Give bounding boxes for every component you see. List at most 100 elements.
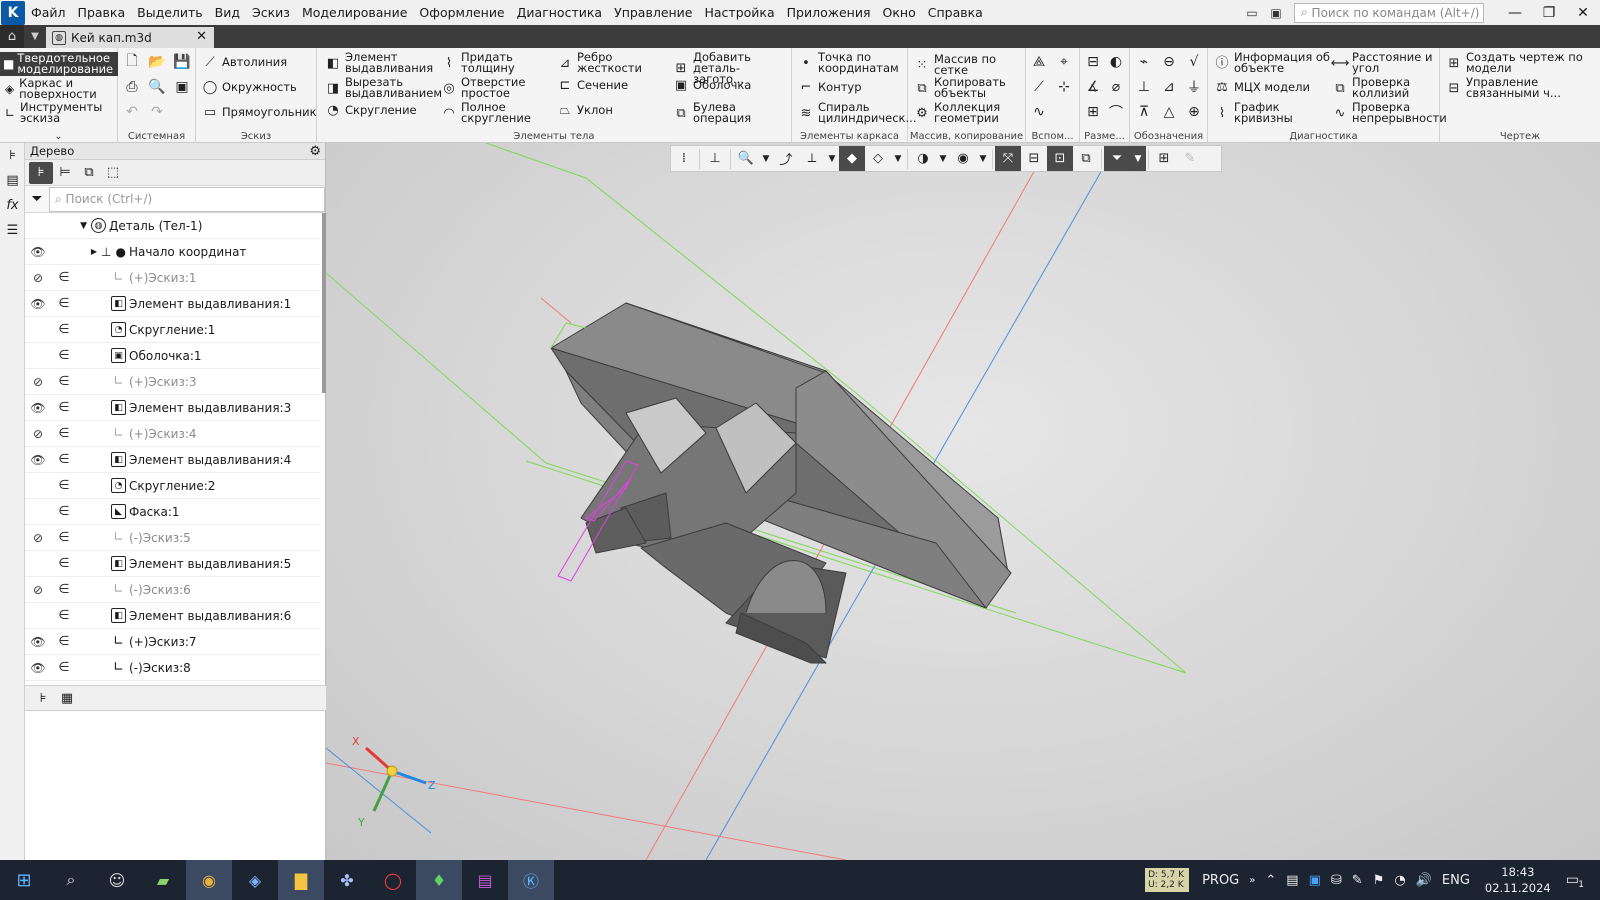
document-tab[interactable]: ◍ Кей кап.m3d ✕ (46, 27, 214, 48)
element-of-icon[interactable]: ∈ (51, 270, 77, 285)
arc-dim-icon[interactable]: ⌒ (1106, 102, 1126, 122)
save-icon[interactable]: 💾 (172, 52, 192, 72)
menu-design[interactable]: Оформление (413, 0, 510, 25)
element-of-icon[interactable]: ∈ (51, 504, 77, 519)
angle-dim-icon[interactable]: ∡ (1083, 77, 1103, 97)
cut-extrude-button[interactable]: ◨ Вырезать выдавливанием (325, 76, 442, 99)
properties-panel-icon[interactable]: ▤ (0, 168, 25, 193)
extrude-button[interactable]: ◧ Элемент выдавливания (325, 51, 435, 74)
fillet-button[interactable]: ◔ Скругление (325, 102, 435, 118)
layers-view-icon[interactable]: ⧉ (1073, 146, 1099, 171)
menu-select[interactable]: Выделить (131, 0, 209, 25)
eye-icon[interactable]: 👁 (25, 635, 51, 649)
section-view-icon[interactable]: ⤧ (995, 146, 1021, 171)
tree-row[interactable]: ⊘ ∈ ∟ (+)Эскиз:4 (25, 421, 320, 447)
distance-angle-button[interactable]: ⟷ Расстояние и угол (1331, 51, 1438, 74)
expand-arrow-icon[interactable]: ▶ (51, 247, 101, 256)
close-button[interactable]: ✕ (1566, 0, 1600, 25)
circle-button[interactable]: ◯ Окружность (202, 79, 297, 95)
select-filter-icon[interactable]: ⊡ (1047, 146, 1073, 171)
tree-row[interactable]: ⊘ ∈ ∟ (+)Эскиз:1 (25, 265, 320, 291)
element-of-icon[interactable]: ∈ (51, 348, 77, 363)
sims-icon[interactable]: ♦ (416, 860, 462, 900)
simple-hole-button[interactable]: ◎ Отверстие простое (441, 76, 551, 99)
element-of-icon[interactable]: ∈ (51, 374, 77, 389)
center-mark-icon[interactable]: ⊕ (1184, 102, 1204, 122)
filter-icon[interactable]: ⏷ (25, 191, 49, 207)
tree-view-icon[interactable]: ⊧ (31, 687, 55, 709)
app-avatar-icon[interactable]: ☺ (94, 860, 140, 900)
tray-pen-icon[interactable]: ✎ (1347, 873, 1368, 888)
shaded-cube-icon[interactable]: ◆ (839, 146, 865, 171)
weld-icon[interactable]: ⏚ (1184, 77, 1204, 97)
tree-row[interactable]: ⊘ ∈ ∟ (+)Эскиз:3 (25, 369, 320, 395)
curvature-graph-button[interactable]: ⌇ График кривизны (1214, 101, 1332, 124)
filter-icon[interactable]: ⏷ (1104, 146, 1130, 171)
element-of-icon[interactable]: ∈ (51, 452, 77, 467)
menu-sketch[interactable]: Эскиз (246, 0, 296, 25)
eye-off-icon[interactable]: ⊘ (25, 531, 51, 545)
chevron-down-icon[interactable]: ▼ (936, 146, 950, 171)
layout-icon[interactable]: ▭ (1240, 3, 1264, 23)
layers-icon[interactable]: ☰ (0, 218, 25, 243)
open-folder-icon[interactable]: 📂 (147, 52, 167, 72)
expand-arrow-icon[interactable]: ▼ (25, 221, 91, 231)
autoline-button[interactable]: ⟋ Автолиния (202, 54, 287, 70)
menu-view[interactable]: Вид (209, 0, 246, 25)
zoom-icon[interactable]: 🔍 (733, 146, 759, 171)
clip-icon[interactable]: ⊟ (1021, 146, 1047, 171)
chevron-down-icon[interactable]: ▼ (759, 146, 773, 171)
kompas-3d-icon[interactable]: Ⓚ (508, 860, 554, 900)
kompas-logo-icon[interactable]: K (1, 0, 25, 25)
tray-app2-icon[interactable]: ▣ (1304, 873, 1326, 888)
linear-dim-icon[interactable]: ⊟ (1083, 52, 1103, 72)
copy-objects-button[interactable]: ⧉ Копировать объекты (914, 76, 1024, 99)
davinci-icon[interactable]: ✤ (324, 860, 370, 900)
leader-icon[interactable]: ⌁ (1134, 52, 1154, 72)
notification-icon[interactable]: ▭ 1 (1561, 872, 1584, 890)
us-flag-icon[interactable]: ⚑ (1368, 873, 1390, 888)
tree-table-icon[interactable]: ▦ (55, 687, 79, 709)
tray-app3-icon[interactable]: ⛁ (1326, 873, 1347, 888)
tree-row[interactable]: 👁 ∈ ∟ (-)Эскиз:8 (25, 655, 320, 681)
minimize-button[interactable]: — (1498, 0, 1532, 25)
preview-icon[interactable]: 🔍 (147, 77, 167, 97)
continuity-check-button[interactable]: ∿ Проверка непрерывности (1332, 101, 1447, 124)
position-mark-icon[interactable]: ⊿ (1159, 77, 1179, 97)
aux-curve-icon[interactable]: ∿ (1029, 102, 1049, 122)
menu-edit[interactable]: Правка (72, 0, 132, 25)
mode-solid-modeling[interactable]: ■ Твердотельное моделирование (0, 52, 118, 76)
eye-icon[interactable]: 👁 (25, 245, 51, 259)
eye-icon[interactable]: 👁 (25, 453, 51, 467)
print-icon[interactable]: ⎙ (122, 77, 142, 97)
restore-button[interactable]: ❐ (1532, 0, 1566, 25)
aux-point-icon[interactable]: ⊹ (1054, 77, 1074, 97)
roughness-icon[interactable]: √ (1184, 52, 1204, 72)
text-mark-icon[interactable]: △ (1159, 102, 1179, 122)
element-of-icon[interactable]: ∈ (51, 426, 77, 441)
eye-off-icon[interactable]: ⊘ (25, 427, 51, 441)
manage-linked-button[interactable]: ⊟ Управление связанными ч... (1446, 76, 1598, 99)
redo-icon[interactable]: ↷ (147, 102, 167, 122)
grid-array-button[interactable]: ⁙ Массив по сетке (914, 53, 1024, 76)
tree-row[interactable]: ⊘ ∈ ∟ (-)Эскиз:6 (25, 577, 320, 603)
element-of-icon[interactable]: ∈ (51, 322, 77, 337)
rotate-icon[interactable]: ⤴ (773, 146, 799, 171)
chevron-down-icon[interactable]: ▼ (825, 146, 839, 171)
tray-expand-icon[interactable]: » (1244, 875, 1260, 886)
menu-settings[interactable]: Настройка (699, 0, 781, 25)
auto-dim-icon[interactable]: ⊞ (1083, 102, 1103, 122)
undo-icon[interactable]: ↶ (122, 102, 142, 122)
element-of-icon[interactable]: ∈ (51, 530, 77, 545)
element-of-icon[interactable]: ∈ (51, 634, 77, 649)
element-of-icon[interactable]: ∈ (51, 660, 77, 675)
element-of-icon[interactable]: ∈ (51, 400, 77, 415)
coordinate-system-icon[interactable]: ⊥ (702, 146, 728, 171)
grid-snap-icon[interactable]: ⁞ (671, 146, 697, 171)
modes-expand-icon[interactable]: ⌄ (0, 131, 117, 142)
tree-structure-icon[interactable]: ⊧ (29, 161, 53, 184)
element-of-icon[interactable]: ∈ (51, 582, 77, 597)
tree-row[interactable]: ∈ ◔ Скругление:2 (25, 473, 320, 499)
winrar-icon[interactable]: ▤ (462, 860, 508, 900)
language-indicator[interactable]: ENG (1437, 873, 1475, 888)
